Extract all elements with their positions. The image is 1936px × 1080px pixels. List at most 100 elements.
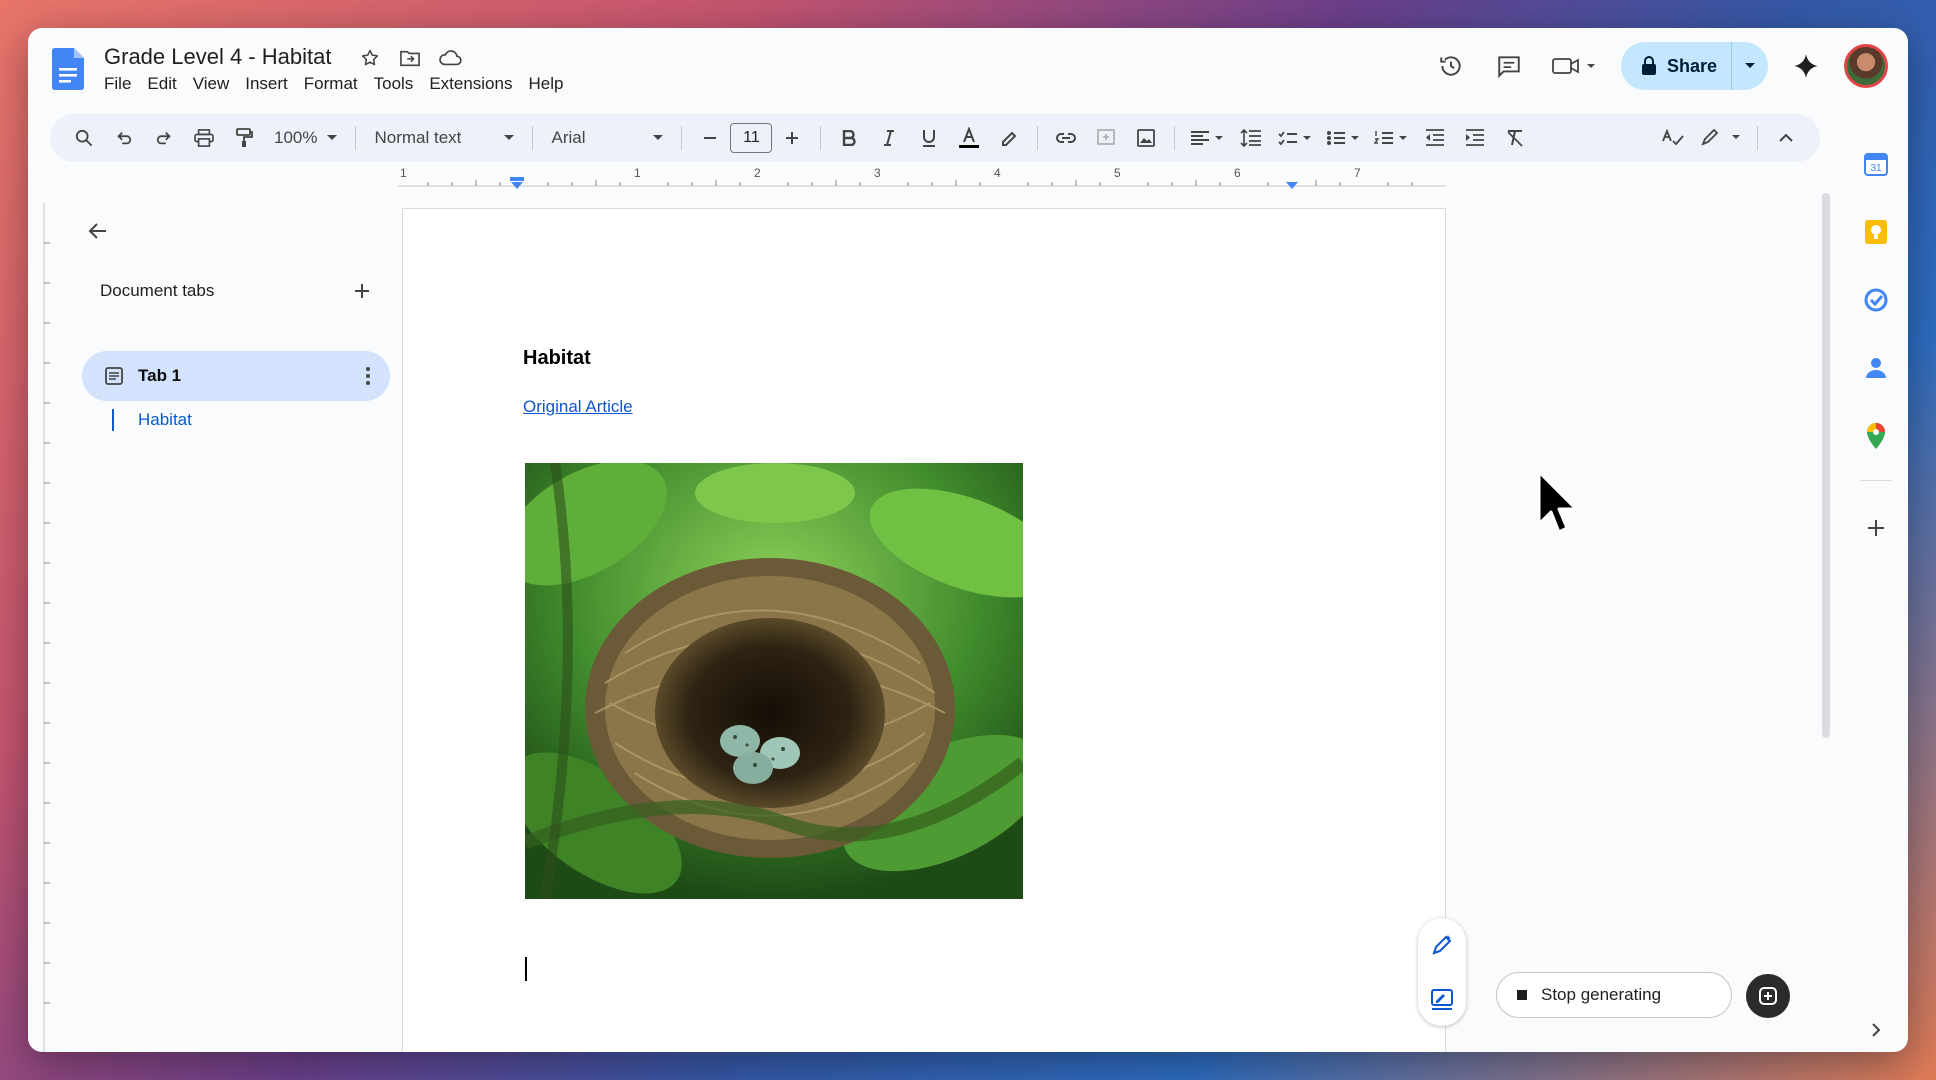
spelling-check-icon[interactable] — [1655, 120, 1691, 156]
increase-font-size-icon[interactable] — [774, 120, 810, 156]
chevron-down-icon — [504, 135, 515, 140]
align-icon[interactable] — [1185, 120, 1229, 156]
font-size-input[interactable]: 11 — [730, 123, 773, 153]
menu-extensions[interactable]: Extensions — [421, 74, 520, 94]
toolbar-divider — [681, 126, 683, 150]
menu-help[interactable]: Help — [520, 74, 571, 94]
toolbar-divider — [532, 126, 534, 150]
cloud-saved-icon[interactable] — [438, 46, 462, 70]
horizontal-ruler[interactable]: 1 1 2 3 4 5 6 7 — [398, 166, 1446, 190]
version-history-icon[interactable] — [1431, 46, 1471, 86]
more-options-icon[interactable] — [366, 367, 370, 385]
highlight-color-icon[interactable] — [991, 120, 1027, 156]
comments-icon[interactable] — [1489, 46, 1529, 86]
side-panel-divider — [1860, 480, 1892, 481]
paragraph-style-select[interactable]: Normal text — [366, 120, 522, 156]
app-window: Grade Level 4 - Habitat File Edit View I… — [28, 28, 1908, 1052]
help-me-write-icon[interactable] — [1430, 933, 1454, 957]
bulleted-list-icon[interactable] — [1321, 120, 1365, 156]
outline-heading-item[interactable]: Habitat — [112, 409, 192, 431]
editing-mode-icon[interactable] — [1695, 120, 1747, 156]
contacts-icon[interactable] — [1860, 352, 1892, 384]
menu-insert[interactable]: Insert — [237, 74, 296, 94]
document-tabs-panel: Document tabs Tab 1 Habitat — [42, 203, 422, 1052]
tasks-icon[interactable] — [1860, 284, 1892, 316]
document-page[interactable]: Habitat Original Article — [402, 208, 1446, 1052]
decrease-indent-icon[interactable] — [1417, 120, 1453, 156]
maps-icon[interactable] — [1860, 420, 1892, 452]
outline-indicator — [112, 409, 114, 431]
outline-heading-label: Habitat — [138, 410, 192, 429]
move-folder-icon[interactable] — [398, 46, 422, 70]
decrease-font-size-icon[interactable] — [692, 120, 728, 156]
menu-view[interactable]: View — [185, 74, 238, 94]
keep-icon[interactable] — [1860, 216, 1892, 248]
svg-text:31: 31 — [1870, 163, 1882, 174]
original-article-link[interactable]: Original Article — [523, 397, 633, 417]
clear-formatting-icon[interactable] — [1497, 120, 1533, 156]
tab-item[interactable]: Tab 1 — [82, 351, 390, 401]
meet-icon[interactable] — [1547, 46, 1603, 86]
gemini-icon[interactable] — [1786, 46, 1826, 86]
font-select[interactable]: Arial — [543, 120, 671, 156]
document-tab-icon — [105, 367, 123, 385]
share-button[interactable]: Share — [1621, 56, 1731, 77]
paint-format-icon[interactable] — [226, 120, 262, 156]
stop-icon — [1517, 990, 1527, 1000]
italic-icon[interactable] — [871, 120, 907, 156]
back-arrow-icon[interactable] — [86, 219, 110, 243]
vertical-scrollbar[interactable] — [1822, 193, 1830, 738]
increase-indent-icon[interactable] — [1457, 120, 1493, 156]
print-icon[interactable] — [186, 120, 222, 156]
toolbar-divider — [820, 126, 822, 150]
font-value: Arial — [551, 128, 586, 147]
bold-icon[interactable] — [831, 120, 867, 156]
ruler-label: 1 — [634, 166, 641, 180]
share-dropdown-button[interactable] — [1731, 42, 1768, 90]
undo-icon[interactable] — [106, 120, 142, 156]
add-comment-icon[interactable] — [1088, 120, 1124, 156]
checklist-icon[interactable] — [1273, 120, 1317, 156]
mouse-pointer-icon — [1537, 470, 1578, 534]
insert-image-icon[interactable] — [1128, 120, 1164, 156]
first-line-indent-marker[interactable] — [510, 177, 524, 181]
hide-menus-icon[interactable] — [1768, 120, 1804, 156]
search-menus-icon[interactable] — [66, 120, 102, 156]
share-group: Share — [1620, 42, 1768, 90]
zoom-value: 100% — [274, 128, 318, 147]
menu-edit[interactable]: Edit — [139, 74, 184, 94]
redo-icon[interactable] — [146, 120, 182, 156]
chevron-down-icon — [1745, 63, 1755, 68]
bird-nest-image[interactable] — [525, 463, 1023, 899]
underline-icon[interactable] — [911, 120, 947, 156]
docs-logo-icon[interactable] — [52, 48, 84, 90]
account-avatar[interactable] — [1844, 44, 1888, 88]
text-cursor — [525, 957, 527, 981]
stop-generating-button[interactable]: Stop generating — [1496, 972, 1732, 1018]
zoom-select[interactable]: 100% — [266, 120, 345, 156]
suggest-edits-icon[interactable] — [1430, 987, 1454, 1011]
calendar-icon[interactable]: 31 — [1860, 148, 1892, 180]
document-title[interactable]: Grade Level 4 - Habitat — [104, 44, 331, 70]
lock-icon — [1641, 56, 1656, 75]
ruler-label: 3 — [874, 166, 881, 180]
add-addon-icon[interactable] — [1860, 512, 1892, 544]
menu-tools[interactable]: Tools — [366, 74, 422, 94]
menu-file[interactable]: File — [104, 74, 139, 94]
star-icon[interactable] — [358, 46, 382, 70]
plus-icon — [355, 284, 369, 298]
gemini-orb-icon[interactable] — [1746, 974, 1790, 1018]
numbered-list-icon[interactable] — [1369, 120, 1413, 156]
text-color-icon[interactable] — [951, 120, 987, 156]
paragraph-style-value: Normal text — [374, 128, 462, 147]
ruler-label: 7 — [1354, 166, 1361, 180]
share-label: Share — [1666, 55, 1717, 76]
tab-label: Tab 1 — [138, 366, 182, 385]
insert-link-icon[interactable] — [1048, 120, 1084, 156]
ruler-label: 1 — [400, 166, 407, 180]
expand-panel-icon[interactable] — [1860, 1014, 1892, 1046]
line-spacing-icon[interactable] — [1233, 120, 1269, 156]
menu-format[interactable]: Format — [296, 74, 366, 94]
add-tab-button[interactable] — [354, 275, 370, 306]
chevron-down-icon — [653, 135, 664, 140]
